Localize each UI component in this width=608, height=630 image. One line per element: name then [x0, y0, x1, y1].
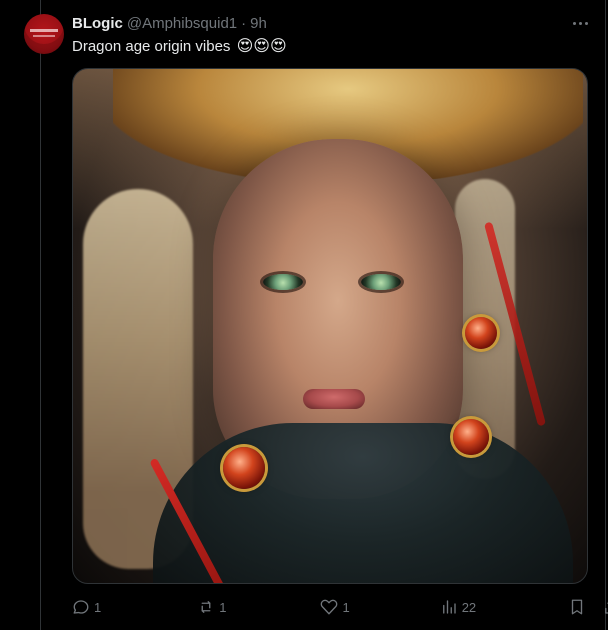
tweet-emojis: 😍😍😍 — [236, 38, 287, 55]
jewel-left-illustration — [223, 447, 265, 489]
reply-icon — [73, 600, 89, 614]
timeline-divider-left — [40, 0, 41, 630]
header-separator: · — [241, 14, 247, 32]
retweet-button[interactable]: 1 — [197, 598, 226, 616]
like-count: 1 — [342, 599, 350, 615]
tweet-header: BLogic @Amphibsquid1 · 9h — [72, 13, 568, 33]
tweet-media-image[interactable] — [72, 68, 588, 584]
views-icon — [442, 600, 456, 614]
more-dots-icon[interactable] — [568, 15, 592, 31]
tweet-text: Dragon age origin vibes 😍😍😍 — [72, 35, 568, 59]
reply-count: 1 — [94, 599, 102, 615]
eye-left-illustration — [263, 274, 303, 290]
cloak-illustration — [153, 423, 573, 583]
author-handle[interactable]: @Amphibsquid1 — [127, 15, 237, 32]
bookmark-icon — [571, 599, 583, 615]
share-icon — [605, 602, 608, 614]
tweet-actions: 1 1 1 22 — [72, 592, 608, 622]
jewel-right-illustration — [453, 419, 489, 455]
heart-icon — [321, 599, 338, 615]
tweet-time[interactable]: 9h — [250, 15, 267, 32]
share-button[interactable] — [602, 598, 608, 616]
retweet-count: 1 — [219, 599, 227, 615]
reply-button[interactable]: 1 — [72, 598, 101, 616]
views-button[interactable]: 22 — [440, 598, 476, 616]
avatar[interactable] — [24, 14, 64, 54]
author-display-name[interactable]: BLogic — [72, 15, 123, 32]
views-count: 22 — [461, 599, 477, 615]
like-button[interactable]: 1 — [320, 598, 350, 616]
lips-illustration — [303, 389, 365, 409]
timeline-divider-right — [605, 0, 606, 630]
bookmark-button[interactable] — [568, 598, 586, 616]
eye-right-illustration — [361, 274, 401, 290]
retweet-icon — [201, 601, 211, 613]
tweet-text-content: Dragon age origin vibes — [72, 38, 231, 55]
jewel-earring-illustration — [465, 317, 497, 349]
